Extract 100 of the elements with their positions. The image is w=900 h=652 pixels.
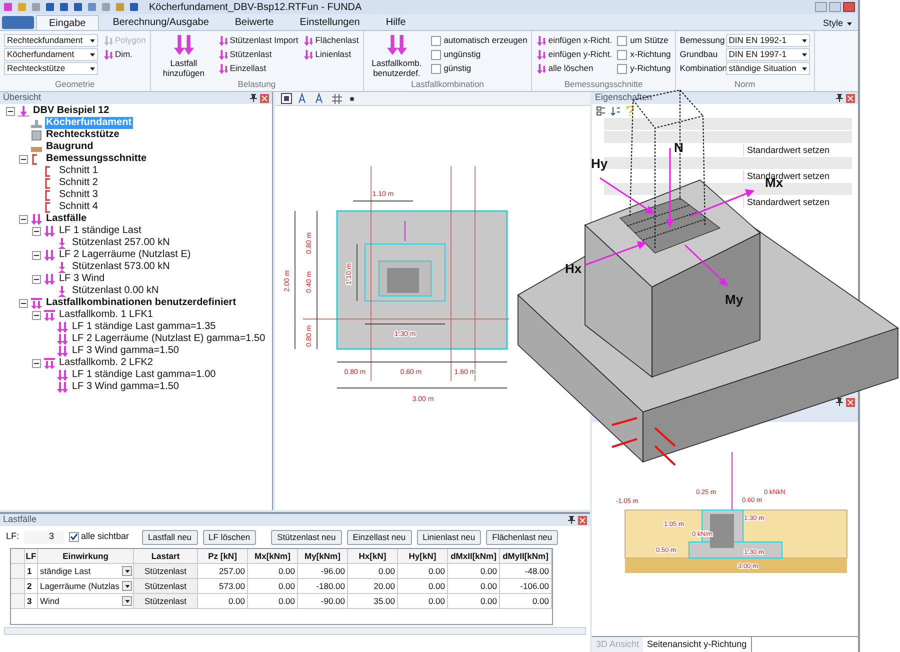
checkbox[interactable]: [617, 50, 628, 60]
tree-item[interactable]: Schnitt 1: [58, 165, 99, 177]
checkbox-option[interactable]: um Stütze: [617, 34, 671, 47]
tree-item[interactable]: Schnitt 3: [58, 189, 99, 201]
ribbon-button[interactable]: Flächenlast: [303, 34, 359, 47]
checkbox-option[interactable]: alle sichtbar: [69, 530, 130, 544]
collapse-toggle[interactable]: [19, 298, 28, 308]
horizontal-scrollbar[interactable]: [4, 627, 586, 635]
tree-item[interactable]: Schnitt 2: [58, 177, 99, 189]
caret-icon[interactable]: [124, 570, 130, 572]
tree-item[interactable]: LF 2 Lagerräume (Nutzlast E): [58, 249, 192, 261]
caret-icon[interactable]: [90, 52, 95, 56]
dropdown-arrow-button[interactable]: [122, 581, 132, 591]
panel-button[interactable]: Lastfall neu: [142, 530, 198, 544]
caret-icon[interactable]: [802, 38, 807, 42]
close-icon[interactable]: [846, 398, 855, 406]
ribbon-button[interactable]: alle löschen: [536, 62, 612, 75]
tree-item[interactable]: Bemessungsschnitte: [45, 153, 148, 165]
tree-item[interactable]: Baugrund: [45, 141, 94, 153]
collapse-toggle[interactable]: [32, 310, 41, 320]
dropdown[interactable]: Köcherfundament: [4, 48, 98, 61]
ribbon-button[interactable]: Einzellast: [218, 62, 298, 75]
tree-item[interactable]: Lastfallkomb. 2 LFK2: [58, 357, 154, 369]
panel-button[interactable]: LF löschen: [202, 530, 256, 544]
collapse-toggle[interactable]: [32, 226, 41, 236]
snap-point-icon[interactable]: [348, 94, 356, 102]
tree-item[interactable]: LF 2 Lagerräume (Nutzlast E) gamma=1.50: [71, 333, 266, 345]
checkbox-option[interactable]: y-Richtung: [617, 62, 671, 75]
close-icon[interactable]: [260, 94, 269, 102]
tree-item[interactable]: Stützenlast 573.00 kN: [71, 261, 171, 273]
checkbox[interactable]: [617, 64, 628, 74]
ribbon-button[interactable]: Stützenlast Import: [218, 34, 298, 47]
close-icon[interactable]: [578, 516, 587, 524]
caret-icon[interactable]: [847, 22, 852, 26]
checkbox[interactable]: [69, 532, 80, 542]
tree-item[interactable]: Schnitt 4: [58, 201, 99, 213]
panel-button[interactable]: Flächenlast neu: [486, 530, 558, 544]
tree-item[interactable]: LF 1 ständige Last gamma=1.35: [71, 321, 217, 333]
pin-icon[interactable]: [836, 94, 843, 102]
caret-icon[interactable]: [124, 584, 130, 588]
ribbon-button[interactable]: einfügen y-Richt.: [536, 48, 612, 61]
caret-icon[interactable]: [802, 66, 807, 70]
dropdown-arrow-button[interactable]: [122, 596, 132, 606]
panel-button[interactable]: Einzellast neu: [346, 530, 412, 544]
dropdown[interactable]: Rechteckfundament: [4, 34, 98, 47]
tree-item[interactable]: LF 1 ständige Last gamma=1.00: [71, 369, 217, 381]
collapse-toggle[interactable]: [6, 106, 15, 116]
property-value[interactable]: Standardwert setzen: [744, 196, 830, 208]
ribbon-tab[interactable]: Berechnung/Ausgabe: [100, 15, 221, 30]
caret-icon[interactable]: [802, 52, 807, 56]
collapse-toggle[interactable]: [32, 358, 41, 368]
tree-item[interactable]: Stützenlast 0.00 kN: [71, 285, 160, 297]
large-ribbon-button[interactable]: Lastfallkomb. benutzerdef.: [368, 34, 426, 78]
categorized-icon[interactable]: [596, 106, 606, 116]
collapse-toggle[interactable]: [19, 214, 28, 224]
property-value[interactable]: Standardwert setzen: [744, 144, 830, 156]
tree-item[interactable]: Lastfallkomb. 1 LFK1: [58, 309, 154, 321]
collapse-toggle[interactable]: [32, 274, 41, 284]
ribbon-tab[interactable]: Hilfe: [374, 15, 418, 30]
help-icon[interactable]: [626, 106, 634, 116]
checkbox-option[interactable]: x-Richtung: [617, 48, 671, 61]
pin-icon[interactable]: [836, 398, 843, 406]
ribbon-tab[interactable]: Eingabe: [36, 15, 99, 30]
style-menu[interactable]: Style: [822, 17, 852, 30]
dropdown-arrow-button[interactable]: [122, 566, 132, 576]
ribbon-button[interactable]: Dim.: [103, 48, 146, 61]
panel-button[interactable]: Stützenlast neu: [271, 530, 342, 544]
tree-item[interactable]: Lastfälle: [45, 213, 88, 225]
zoom-fit-icon[interactable]: [281, 93, 292, 104]
checkbox[interactable]: [430, 50, 441, 60]
pin-icon[interactable]: [568, 516, 575, 524]
ribbon-tab[interactable]: Einstellungen: [288, 15, 372, 30]
dropdown[interactable]: Rechteckstütze: [4, 62, 98, 75]
caret-icon[interactable]: [90, 66, 95, 70]
dropdown-cell[interactable]: ständige Last: [38, 564, 134, 579]
collapse-toggle[interactable]: [19, 154, 28, 164]
tree-item[interactable]: Lastfallkombinationen benutzerdefiniert: [45, 297, 238, 309]
tree-item[interactable]: Rechteckstütze: [45, 129, 120, 141]
ribbon-button[interactable]: Linienlast: [303, 48, 359, 61]
dropdown[interactable]: ständige Situation: [726, 62, 810, 75]
checkbox[interactable]: [430, 64, 441, 74]
tree-item[interactable]: LF 3 Wind gamma=1.50: [71, 381, 180, 393]
ribbon-button[interactable]: einfügen x-Richt.: [536, 34, 612, 47]
caret-icon[interactable]: [124, 600, 130, 602]
checkbox[interactable]: [430, 36, 441, 46]
pin-icon[interactable]: [250, 94, 257, 102]
checkbox[interactable]: [617, 36, 628, 46]
sort-icon[interactable]: [611, 106, 621, 116]
dropdown-cell[interactable]: Wind: [38, 594, 134, 609]
ribbon-tab[interactable]: Beiwerte: [222, 15, 286, 30]
tree-item[interactable]: LF 3 Wind gamma=1.50: [71, 345, 180, 357]
tree-item[interactable]: DBV Beispiel 12: [32, 105, 110, 117]
tree-item[interactable]: Stützenlast 257.00 kN: [71, 237, 171, 249]
number-spinner[interactable]: 3: [24, 530, 64, 544]
checkbox-option[interactable]: ungünstig: [430, 48, 528, 61]
ribbon-button[interactable]: Stützenlast: [218, 48, 298, 61]
caret-icon[interactable]: [90, 38, 95, 42]
grid-icon[interactable]: [332, 94, 342, 104]
large-ribbon-button[interactable]: Lastfall hinzufügen: [154, 34, 213, 78]
close-icon[interactable]: [846, 94, 855, 102]
